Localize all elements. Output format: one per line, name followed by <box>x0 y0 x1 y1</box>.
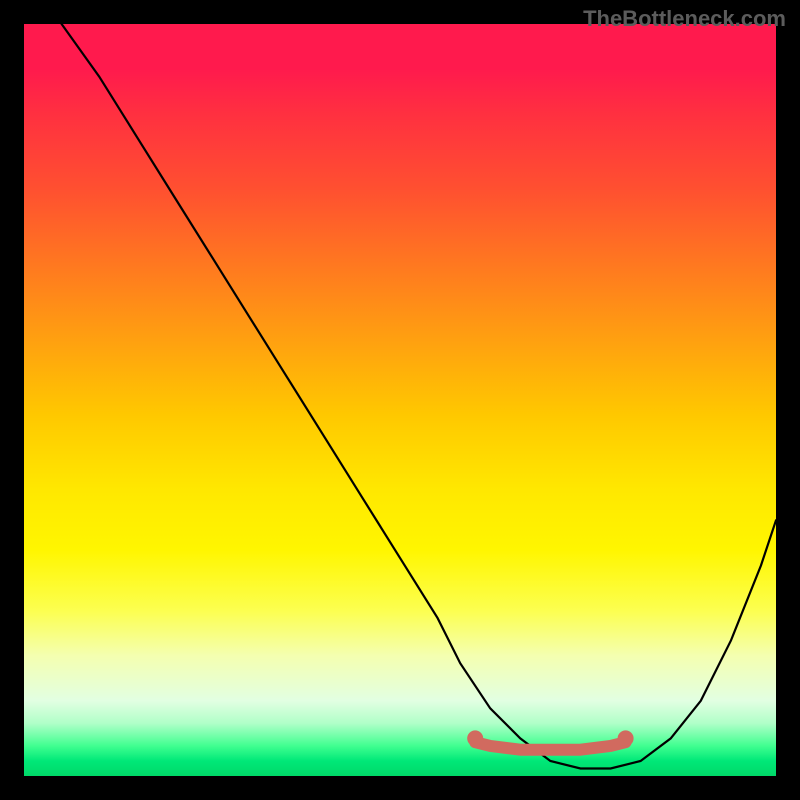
plot-area <box>24 24 776 776</box>
bottleneck-curve <box>62 24 776 769</box>
optimal-marker <box>467 730 633 749</box>
chart-frame: TheBottleneck.com <box>0 0 800 800</box>
watermark-text: TheBottleneck.com <box>583 6 786 32</box>
curve-svg <box>24 24 776 776</box>
